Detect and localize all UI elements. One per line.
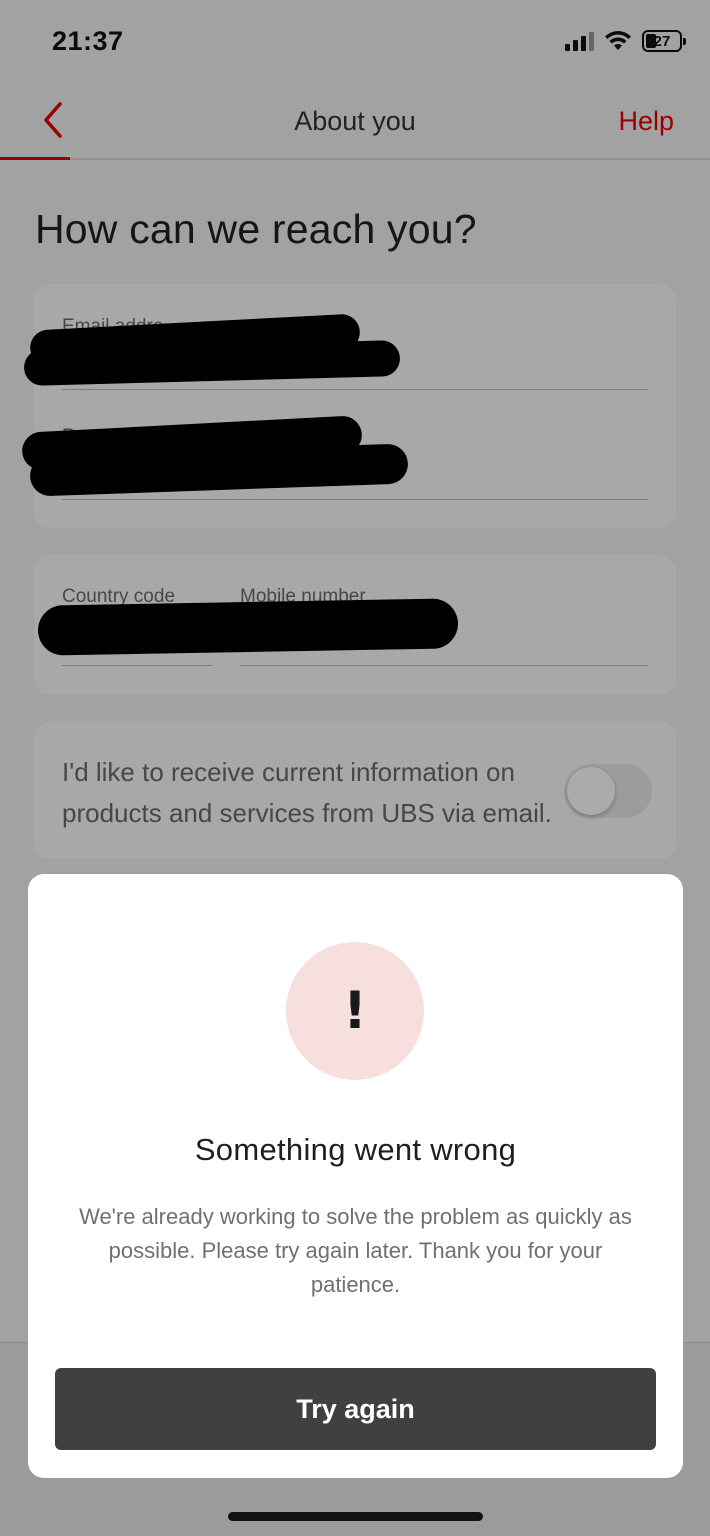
battery-icon: 27 (642, 30, 686, 52)
marketing-opt-in-label: I'd like to receive current information … (62, 757, 552, 828)
nav-bar: About you Help (0, 82, 710, 160)
mobile-number-field[interactable] (240, 665, 648, 666)
marketing-opt-in-toggle[interactable] (564, 764, 652, 818)
cellular-signal-icon (565, 31, 594, 51)
home-indicator (228, 1512, 483, 1521)
email-field[interactable] (62, 389, 648, 390)
dialog-message: We're already working to solve the probl… (79, 1204, 632, 1297)
toggle-knob (567, 767, 615, 815)
status-icons: 27 (565, 30, 686, 52)
redaction-mark (37, 598, 459, 656)
wifi-icon (605, 31, 631, 50)
error-dialog: ! Something went wrong We're already wor… (28, 874, 683, 1478)
marketing-card: I'd like to receive current information … (34, 722, 676, 859)
back-focus-indicator (0, 157, 70, 160)
exclamation-icon: ! (286, 942, 424, 1080)
page-title: About you (294, 106, 416, 136)
status-time: 21:37 (52, 26, 124, 56)
repeat-email-field[interactable] (62, 499, 648, 500)
dialog-title: Something went wrong (194, 1132, 517, 1167)
section-heading: How can we reach you? (35, 206, 477, 252)
help-link[interactable]: Help (618, 106, 674, 137)
battery-level: 27 (653, 32, 671, 50)
country-code-field[interactable] (62, 665, 212, 666)
exclamation-glyph: ! (343, 981, 367, 1041)
app-screen: 21:37 27 About you Help How can we reach… (0, 0, 710, 1536)
try-again-button[interactable]: Try again (55, 1368, 656, 1450)
